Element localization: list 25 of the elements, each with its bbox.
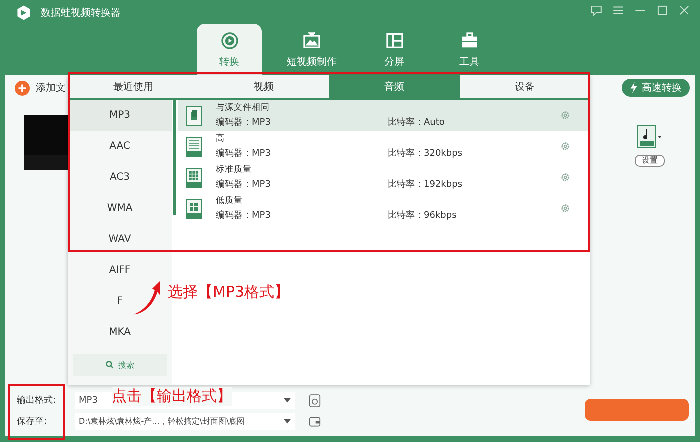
bitrate-value: 320kbps [424, 149, 464, 159]
bitrate-value: Auto [424, 118, 446, 128]
window-title: 数据蛙视频转换器 [41, 6, 121, 20]
preset-name: 低质量 [216, 195, 244, 207]
bitrate-label: 比特率： [388, 116, 424, 129]
encoder-label: 编码器： [216, 116, 252, 129]
encoder-label: 编码器： [216, 178, 252, 191]
output-format-label: 输出格式: [17, 394, 58, 407]
bitrate-value: 96kbps [424, 211, 458, 221]
encoder-label: 编码器： [216, 148, 252, 160]
encoder-value: MP3 [252, 118, 272, 128]
encoder-value: MP3 [252, 149, 272, 159]
instruction-tooltip: 点击【输出格式】 [112, 387, 232, 406]
annotation-text: 选择【MP3格式】 [168, 283, 290, 302]
save-to-label: 保存至: [17, 416, 48, 428]
preset-name: 高 [216, 133, 226, 145]
encoder-label: 编码器： [216, 210, 252, 222]
encoder-value: MP3 [252, 211, 272, 221]
bitrate-value: 192kbps [424, 180, 464, 190]
bitrate-label: 比特率： [388, 178, 424, 191]
bitrate-label: 比特率： [388, 148, 424, 160]
preset-name: 标准质量 [216, 164, 253, 176]
preset-name: 与源文件相同 [216, 102, 271, 114]
encoder-value: MP3 [252, 180, 272, 190]
bitrate-label: 比特率： [388, 210, 424, 222]
